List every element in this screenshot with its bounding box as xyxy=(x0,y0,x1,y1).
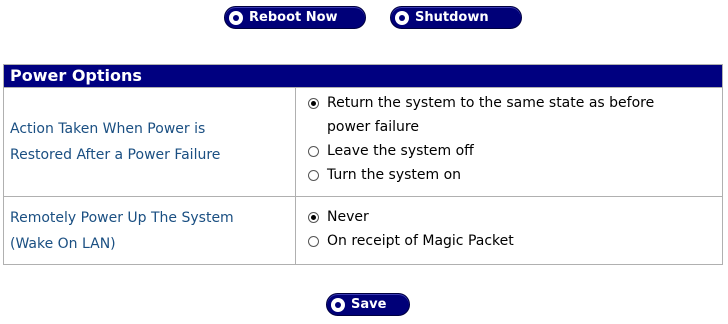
wake-on-lan-label: Remotely Power Up The System (Wake On LA… xyxy=(4,197,296,265)
save-button[interactable]: Save xyxy=(326,293,410,316)
power-failure-options: Return the system to the same state as b… xyxy=(308,91,722,187)
radio-selected-icon[interactable] xyxy=(308,211,319,223)
option-leave-off[interactable]: Leave the system off xyxy=(308,139,722,163)
wake-on-lan-options: Never On receipt of Magic Packet xyxy=(308,205,722,253)
radio-unselected-icon[interactable] xyxy=(308,235,319,247)
option-never[interactable]: Never xyxy=(308,205,722,229)
shutdown-button[interactable]: Shutdown xyxy=(390,6,522,29)
option-label: Return the system to the same state as b… xyxy=(327,95,655,111)
radio-bullet-icon xyxy=(331,297,345,312)
panel-title: Power Options xyxy=(4,65,722,87)
reboot-now-label: Reboot Now xyxy=(249,10,338,25)
shutdown-label: Shutdown xyxy=(415,10,489,25)
wake-on-lan-row: Remotely Power Up The System (Wake On LA… xyxy=(4,196,722,265)
radio-unselected-icon[interactable] xyxy=(308,145,319,157)
power-failure-row: Action Taken When Power is Restored Afte… xyxy=(4,87,722,196)
option-label: On receipt of Magic Packet xyxy=(327,233,514,249)
radio-unselected-icon[interactable] xyxy=(308,169,319,181)
save-label: Save xyxy=(351,297,387,312)
option-label: Turn the system on xyxy=(327,167,462,183)
option-same-state[interactable]: Return the system to the same state as b… xyxy=(308,91,722,139)
label-line: Action Taken When Power is xyxy=(10,121,206,137)
label-line: Restored After a Power Failure xyxy=(10,147,221,163)
power-options-panel: Power Options Action Taken When Power is… xyxy=(3,64,723,265)
power-failure-label: Action Taken When Power is Restored Afte… xyxy=(4,88,296,196)
label-line: (Wake On LAN) xyxy=(10,236,116,252)
option-label: Never xyxy=(327,209,369,225)
radio-bullet-icon xyxy=(395,10,409,25)
reboot-now-button[interactable]: Reboot Now xyxy=(224,6,366,29)
option-magic-packet[interactable]: On receipt of Magic Packet xyxy=(308,229,722,253)
option-label: Leave the system off xyxy=(327,143,474,159)
radio-bullet-icon xyxy=(229,10,243,25)
option-label-continued: power failure xyxy=(327,119,419,135)
option-turn-on[interactable]: Turn the system on xyxy=(308,163,722,187)
label-line: Remotely Power Up The System xyxy=(10,210,234,226)
radio-selected-icon[interactable] xyxy=(308,97,319,109)
